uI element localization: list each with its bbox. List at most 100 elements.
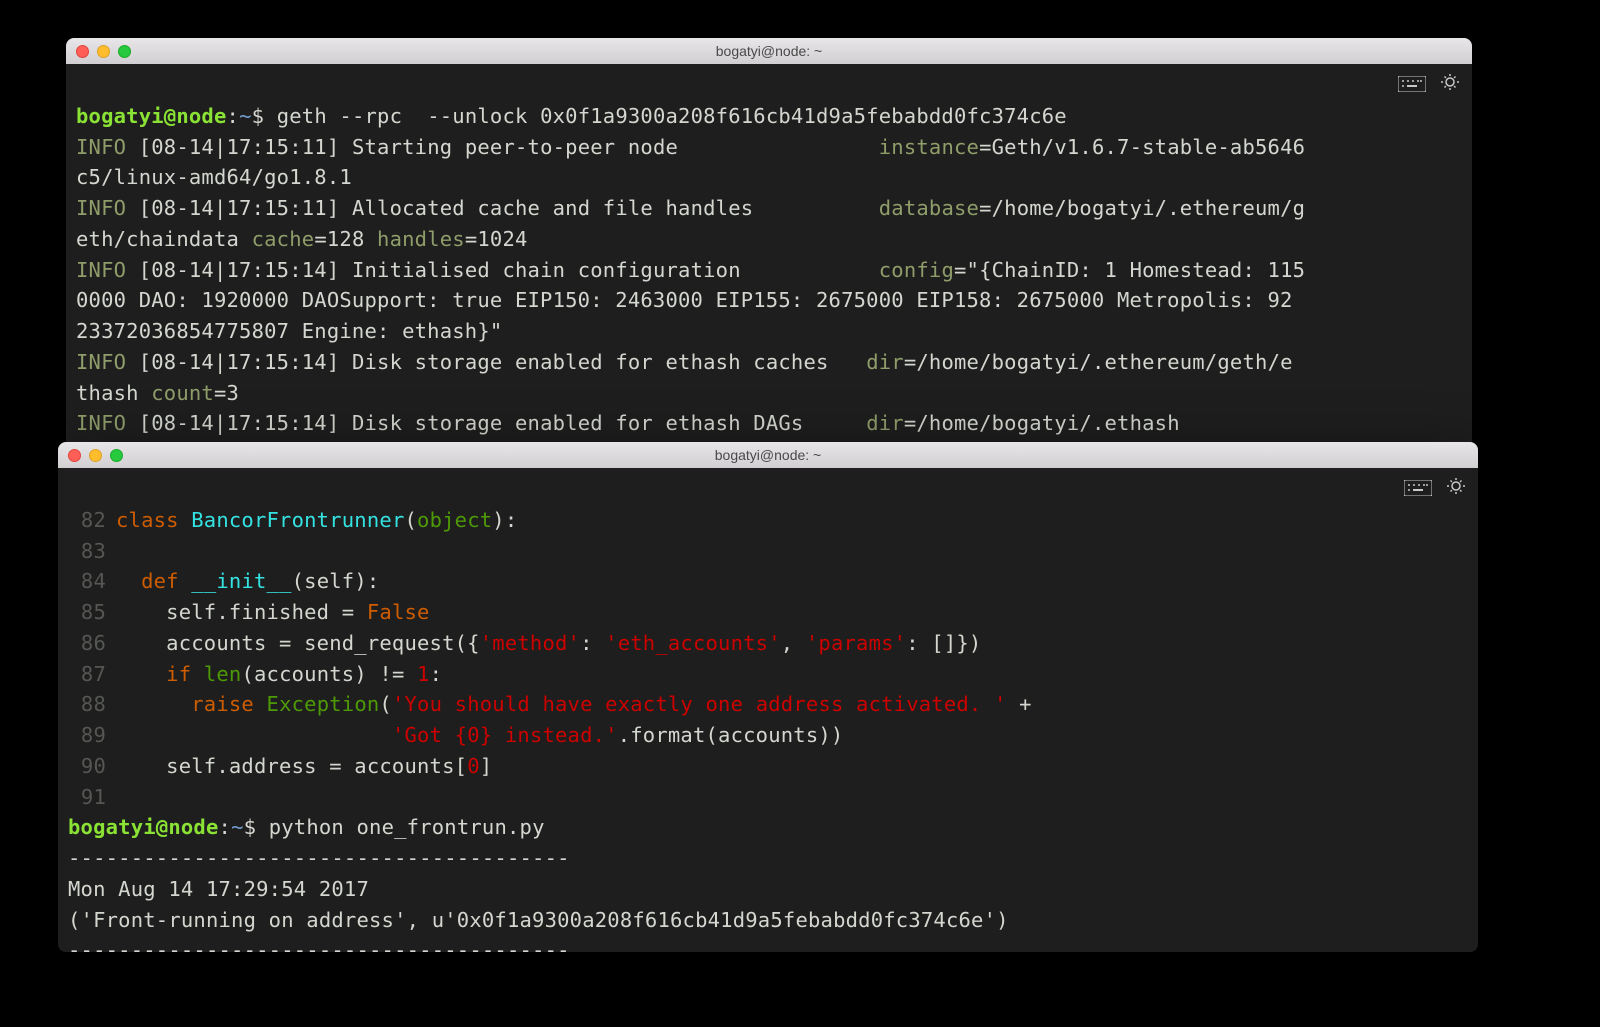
- log-val: =3: [214, 381, 239, 405]
- line-number: 82: [68, 505, 106, 536]
- object-builtin: object: [417, 508, 492, 532]
- builtin-len: len: [204, 662, 242, 686]
- window-title: bogatyi@node: ~: [58, 447, 1478, 463]
- keyword-raise: raise: [191, 692, 254, 716]
- close-icon[interactable]: [76, 45, 89, 58]
- separator: ----------------------------------------: [68, 846, 570, 870]
- maximize-icon[interactable]: [110, 449, 123, 462]
- colon: :: [580, 631, 605, 655]
- log-key: config: [879, 258, 954, 282]
- log-cont: thash: [76, 381, 151, 405]
- line-number: 87: [68, 659, 106, 690]
- log-key: handles: [377, 227, 465, 251]
- gear-icon[interactable]: [1446, 476, 1466, 501]
- separator: ----------------------------------------: [68, 938, 570, 952]
- false-literal: False: [367, 600, 430, 624]
- log-val: =/home/bogatyi/.ethereum/geth/e: [904, 350, 1293, 374]
- err-str-2: 'Got {0} instead.': [392, 723, 618, 747]
- plus: +: [1007, 692, 1032, 716]
- prompt-sep: :: [219, 815, 232, 839]
- paren: (: [379, 692, 392, 716]
- keyboard-icon[interactable]: [1398, 73, 1426, 97]
- close-bracket: ]: [480, 754, 493, 778]
- log-key: database: [879, 196, 979, 220]
- keyword-if: if: [166, 662, 191, 686]
- log-cont: 0000 DAO: 1920000 DAOSupport: true EIP15…: [76, 288, 1293, 312]
- log-level: INFO: [76, 411, 126, 435]
- format-call: .format(accounts)): [618, 723, 844, 747]
- num-zero: 0: [467, 754, 480, 778]
- minimize-icon[interactable]: [97, 45, 110, 58]
- keyboard-icon[interactable]: [1404, 477, 1432, 501]
- assign: self.finished =: [166, 600, 367, 624]
- log-cont: eth/chaindata: [76, 227, 252, 251]
- log-val: =/home/bogatyi/.ethash: [904, 411, 1180, 435]
- log-ts: [08-14|17:15:11]: [139, 196, 340, 220]
- command-text: geth --rpc --unlock 0x0f1a9300a208f616cb…: [277, 104, 1067, 128]
- log-val: =128: [314, 227, 377, 251]
- log-level: INFO: [76, 196, 126, 220]
- gear-icon[interactable]: [1440, 72, 1460, 97]
- colon: :: [430, 662, 443, 686]
- keyword-class: class: [116, 508, 179, 532]
- log-key: dir: [866, 350, 904, 374]
- str-method-val: 'eth_accounts': [605, 631, 781, 655]
- terminal-content-geth[interactable]: bogatyi@node:~$ geth --rpc --unlock 0x0f…: [66, 64, 1472, 458]
- traffic-lights: [76, 45, 131, 58]
- line-number: 89: [68, 720, 106, 751]
- log-val: =Geth/v1.6.7-stable-ab5646: [979, 135, 1305, 159]
- str-method-key: 'method': [480, 631, 580, 655]
- line-number: 83: [68, 536, 106, 567]
- window-title: bogatyi@node: ~: [66, 43, 1472, 59]
- prompt-user: bogatyi@node: [68, 815, 219, 839]
- line-number: 88: [68, 689, 106, 720]
- titlebar[interactable]: bogatyi@node: ~: [66, 38, 1472, 64]
- keyword-def: def: [141, 569, 179, 593]
- minimize-icon[interactable]: [89, 449, 102, 462]
- log-msg: Starting peer-to-peer node: [352, 135, 678, 159]
- comma: ,: [781, 631, 806, 655]
- log-ts: [08-14|17:15:14]: [139, 258, 340, 282]
- output-ts: Mon Aug 14 17:29:54 2017: [68, 877, 369, 901]
- log-msg: Allocated cache and file handles: [352, 196, 753, 220]
- log-level: INFO: [76, 135, 126, 159]
- log-key: count: [151, 381, 214, 405]
- prompt-sep: :: [227, 104, 240, 128]
- log-cont: c5/linux-amd64/go1.8.1: [76, 165, 352, 189]
- expr: (accounts) !=: [241, 662, 417, 686]
- maximize-icon[interactable]: [118, 45, 131, 58]
- terminal-content-python[interactable]: 82class BancorFrontrunner(object): 83 84…: [58, 468, 1478, 952]
- prompt-sigil: $: [252, 104, 265, 128]
- fn-init: __init__: [191, 569, 291, 593]
- output-line: ('Front-running on address', u'0x0f1a930…: [68, 908, 1009, 932]
- log-msg: Initialised chain configuration: [352, 258, 741, 282]
- log-msg: Disk storage enabled for ethash caches: [352, 350, 829, 374]
- assign: accounts = send_request({: [166, 631, 480, 655]
- str-params-key: 'params': [806, 631, 906, 655]
- assign: self.address = accounts[: [166, 754, 467, 778]
- err-str-1: 'You should have exactly one address act…: [392, 692, 1007, 716]
- num-one: 1: [417, 662, 430, 686]
- titlebar[interactable]: bogatyi@node: ~: [58, 442, 1478, 468]
- class-name: BancorFrontrunner: [191, 508, 404, 532]
- exception-class: Exception: [267, 692, 380, 716]
- log-msg: Disk storage enabled for ethash DAGs: [352, 411, 804, 435]
- log-ts: [08-14|17:15:14]: [139, 350, 340, 374]
- log-key: dir: [866, 411, 904, 435]
- log-key: instance: [879, 135, 979, 159]
- command-text: python one_frontrun.py: [269, 815, 545, 839]
- prompt-path: ~: [231, 815, 244, 839]
- terminal-window-geth: bogatyi@node: ~ bogatyi@node:~$ geth --r…: [66, 38, 1472, 458]
- tail: : []}): [906, 631, 981, 655]
- log-val: =/home/bogatyi/.ethereum/g: [979, 196, 1305, 220]
- terminal-window-python: bogatyi@node: ~ 82 class BancorFrontrunne…: [58, 442, 1478, 952]
- close-icon[interactable]: [68, 449, 81, 462]
- log-level: INFO: [76, 258, 126, 282]
- params: (self):: [292, 569, 380, 593]
- traffic-lights: [68, 449, 123, 462]
- log-cont: 23372036854775807 Engine: ethash}": [76, 319, 502, 343]
- prompt-path: ~: [239, 104, 252, 128]
- paren: ):: [492, 508, 517, 532]
- prompt-user: bogatyi@node: [76, 104, 227, 128]
- line-number: 86: [68, 628, 106, 659]
